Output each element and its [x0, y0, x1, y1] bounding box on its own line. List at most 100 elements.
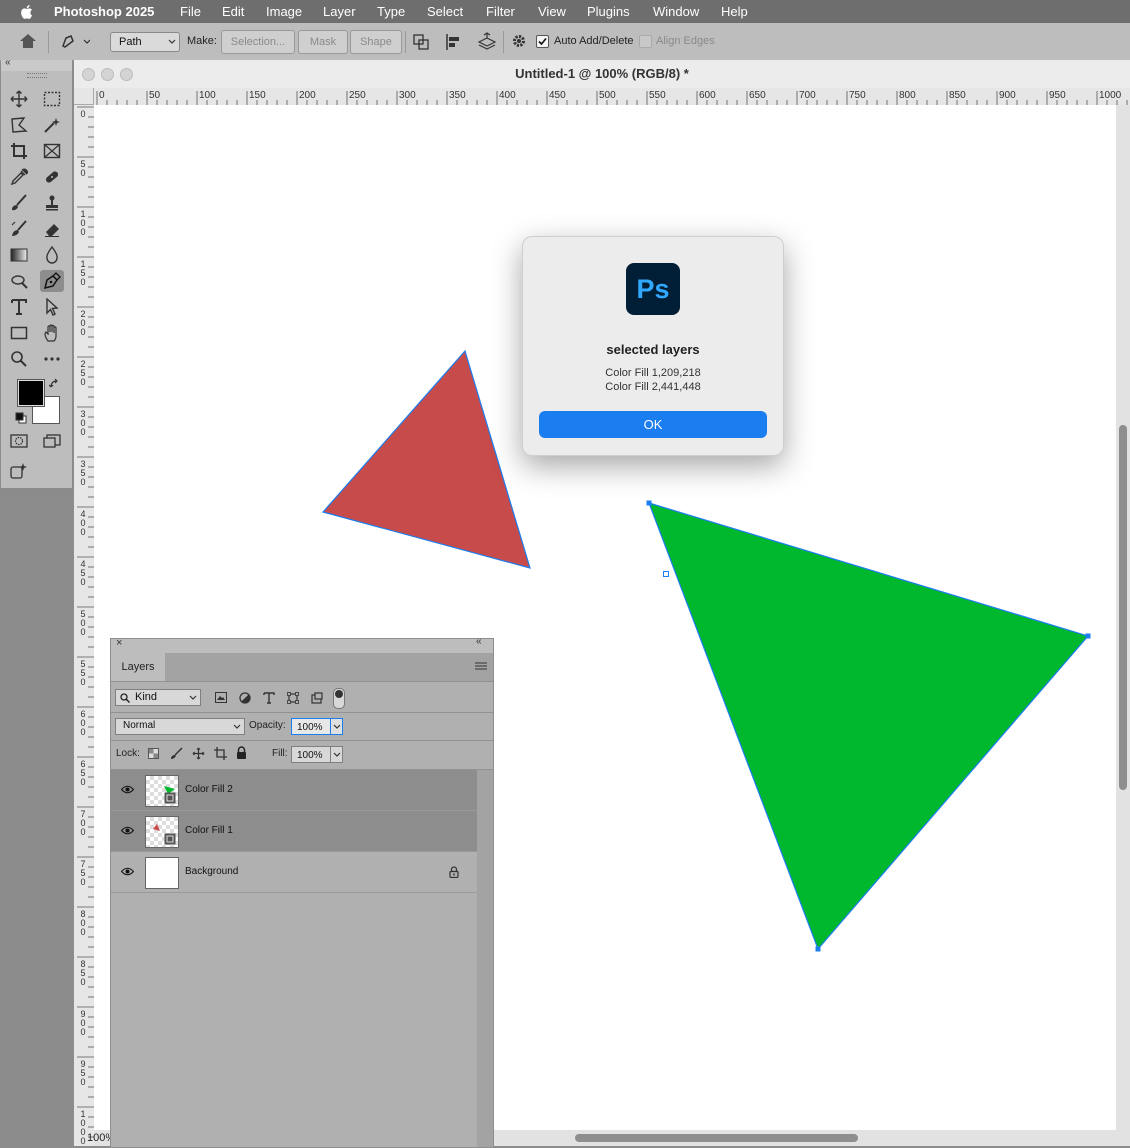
collapse-panel-icon[interactable]: «: [476, 636, 482, 647]
close-panel-icon[interactable]: ×: [116, 637, 122, 649]
menu-view[interactable]: View: [538, 4, 566, 19]
path-anchor-point[interactable]: [815, 946, 821, 952]
path-arrangement-icon[interactable]: [477, 32, 497, 52]
menu-select[interactable]: Select: [427, 4, 463, 19]
layer-kind-filter[interactable]: Kind: [115, 689, 201, 706]
home-icon[interactable]: [19, 33, 37, 49]
photoshop-logo: Ps: [626, 263, 680, 315]
opacity-dropdown-button[interactable]: [330, 718, 343, 735]
fill-dropdown-button[interactable]: [330, 746, 343, 763]
default-colors-icon[interactable]: [15, 412, 27, 424]
menu-type[interactable]: Type: [377, 4, 405, 19]
rectangular-marquee-icon[interactable]: [40, 88, 64, 110]
dodge-tool-icon[interactable]: [7, 270, 31, 292]
pen-tool-icon[interactable]: [40, 270, 64, 292]
menu-filter[interactable]: Filter: [486, 4, 515, 19]
path-anchor-point[interactable]: [646, 500, 652, 506]
gradient-tool-icon[interactable]: [7, 244, 31, 266]
gear-icon[interactable]: [511, 33, 527, 49]
menu-image[interactable]: Image: [266, 4, 302, 19]
type-layer-filter-icon[interactable]: [263, 692, 275, 704]
menu-layer[interactable]: Layer: [323, 4, 356, 19]
crop-tool-icon[interactable]: [7, 140, 31, 162]
path-anchor-point[interactable]: [1085, 633, 1091, 639]
move-tool-icon[interactable]: [7, 88, 31, 110]
blend-mode-select[interactable]: Normal: [115, 718, 245, 735]
lock-position-icon[interactable]: [192, 747, 205, 760]
layer-name[interactable]: Color Fill 2: [185, 784, 233, 795]
smart-object-filter-icon[interactable]: [311, 692, 323, 704]
path-selection-icon[interactable]: [40, 296, 64, 318]
vertical-ruler[interactable]: 0 50 100 150 200 250 300 350 400 450 500 550 600 650 7…: [74, 105, 95, 1146]
vertical-scroll-thumb[interactable]: [1119, 425, 1127, 790]
lock-artboard-icon[interactable]: [214, 747, 227, 760]
foreground-color-swatch[interactable]: [17, 379, 45, 407]
screen-mode-icon[interactable]: [40, 430, 64, 452]
menu-window[interactable]: Window: [653, 4, 699, 19]
eye-icon[interactable]: [121, 867, 134, 876]
filter-toggle-switch[interactable]: [333, 688, 345, 709]
ruler-origin[interactable]: [74, 88, 94, 105]
lock-image-pixels-icon[interactable]: [170, 747, 183, 760]
pixel-layer-filter-icon[interactable]: [215, 692, 227, 703]
pen-tool-preset-icon[interactable]: [60, 33, 90, 49]
menu-file[interactable]: File: [180, 4, 201, 19]
lasso-tool-icon[interactable]: [7, 114, 31, 136]
brush-tool-icon[interactable]: [7, 192, 31, 214]
menu-plugins[interactable]: Plugins: [587, 4, 630, 19]
auto-add-delete-checkbox[interactable]: [536, 35, 549, 48]
layer-name[interactable]: Color Fill 1: [185, 825, 233, 836]
collapse-icon[interactable]: «: [5, 57, 11, 68]
layer-row-color-fill-2[interactable]: Color Fill 2: [111, 770, 477, 811]
clone-stamp-icon[interactable]: [40, 192, 64, 214]
opacity-input[interactable]: 100%: [291, 718, 331, 735]
lock-transparent-pixels-icon[interactable]: [148, 748, 159, 759]
vertical-scrollbar[interactable]: [1116, 105, 1130, 1146]
tab-layers[interactable]: Layers: [111, 653, 165, 681]
quick-mask-icon[interactable]: [7, 430, 31, 452]
zoom-tool-icon[interactable]: [7, 348, 31, 370]
magic-wand-icon[interactable]: [40, 114, 64, 136]
shape-layer-filter-icon[interactable]: [287, 692, 299, 704]
spot-healing-brush-icon[interactable]: [40, 166, 64, 188]
horizontal-ruler[interactable]: 0 50 100 150 200 250 300 350 400 450 500 550 600 650 7…: [94, 88, 1130, 106]
align-edges-checkbox[interactable]: [639, 35, 652, 48]
apple-icon[interactable]: [18, 3, 36, 21]
history-brush-icon[interactable]: [7, 218, 31, 240]
lock-all-icon[interactable]: [236, 746, 247, 759]
eraser-tool-icon[interactable]: [40, 218, 64, 240]
frame-tool-icon[interactable]: [40, 140, 64, 162]
make-shape-button[interactable]: Shape: [350, 30, 402, 54]
ok-button[interactable]: OK: [539, 411, 767, 438]
more-tools-icon[interactable]: [40, 348, 64, 370]
fill-input[interactable]: 100%: [291, 746, 331, 763]
adjustment-layer-filter-icon[interactable]: [239, 692, 251, 704]
type-tool-icon[interactable]: [7, 296, 31, 318]
menu-help[interactable]: Help: [721, 4, 748, 19]
layer-row-background[interactable]: Background: [111, 852, 477, 893]
path-operations-icon[interactable]: [412, 33, 430, 51]
path-alignment-icon[interactable]: [445, 33, 463, 51]
eye-icon[interactable]: [121, 826, 134, 835]
hand-tool-icon[interactable]: [40, 322, 64, 344]
tool-mode-select[interactable]: Path: [110, 32, 180, 52]
red-triangle-shape[interactable]: [321, 349, 531, 569]
make-selection-button[interactable]: Selection...: [221, 30, 295, 54]
layer-name[interactable]: Background: [185, 866, 238, 877]
rectangle-tool-icon[interactable]: [7, 322, 31, 344]
layer-list-scrollbar[interactable]: [477, 770, 493, 1147]
panel-menu-icon[interactable]: [475, 662, 487, 672]
drag-grip[interactable]: [27, 73, 47, 78]
green-triangle-shape[interactable]: [648, 502, 1090, 951]
eye-icon[interactable]: [121, 785, 134, 794]
blur-tool-icon[interactable]: [40, 244, 64, 266]
layer-row-color-fill-1[interactable]: Color Fill 1: [111, 811, 477, 852]
horizontal-scroll-thumb[interactable]: [575, 1134, 858, 1142]
path-anchor-point-hollow[interactable]: [663, 571, 669, 577]
make-mask-button[interactable]: Mask: [298, 30, 348, 54]
edit-toolbar-icon[interactable]: [7, 460, 31, 482]
swap-colors-icon[interactable]: [49, 378, 61, 390]
eyedropper-icon[interactable]: [7, 166, 31, 188]
menu-edit[interactable]: Edit: [222, 4, 244, 19]
app-name[interactable]: Photoshop 2025: [54, 4, 154, 19]
